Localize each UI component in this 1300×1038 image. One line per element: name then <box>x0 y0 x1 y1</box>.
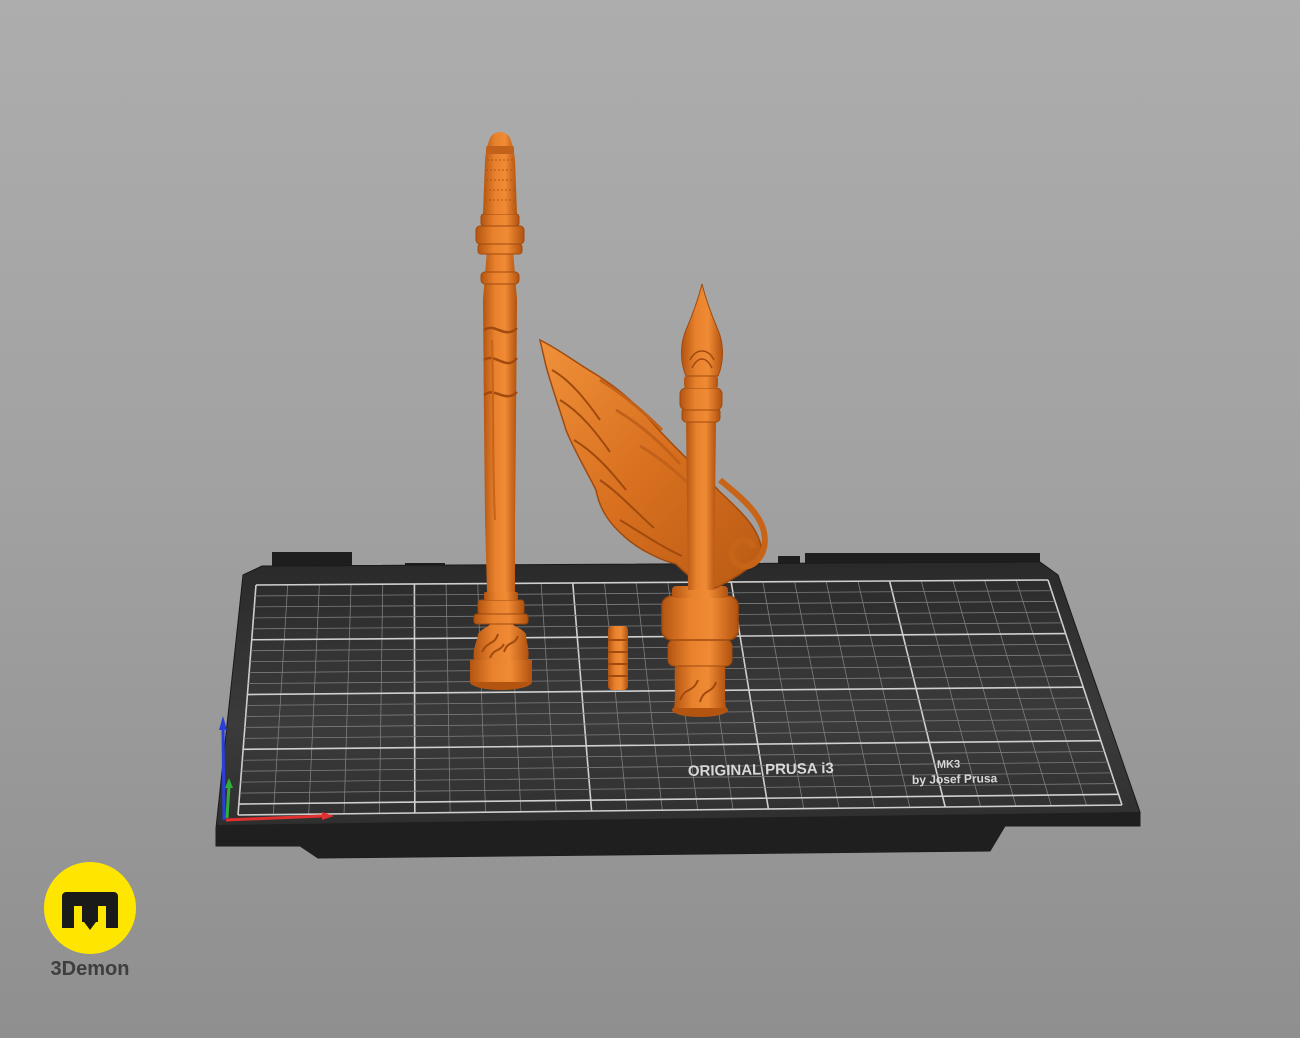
z-axis-arrow <box>219 716 227 730</box>
printer-name-label: ORIGINAL PRUSA i3 <box>688 760 834 780</box>
printer-model-label: MK3 <box>937 759 960 771</box>
tall-staff-shaft[interactable] <box>470 132 532 690</box>
printer-maker-label: by Josef Prusa <box>912 771 998 787</box>
brand-name: 3Demon <box>50 958 130 980</box>
scene-canvas[interactable]: ORIGINAL PRUSA i3 MK3 by Josef Prusa <box>0 0 1300 1038</box>
small-connector-piece[interactable] <box>608 626 628 690</box>
y-axis-line <box>225 785 231 819</box>
3d-viewport[interactable]: ORIGINAL PRUSA i3 MK3 by Josef Prusa <box>0 0 1300 1038</box>
3demon-watermark: 3Demon <box>42 860 138 985</box>
3demon-logo-icon <box>44 862 136 954</box>
z-axis-line <box>221 726 226 821</box>
